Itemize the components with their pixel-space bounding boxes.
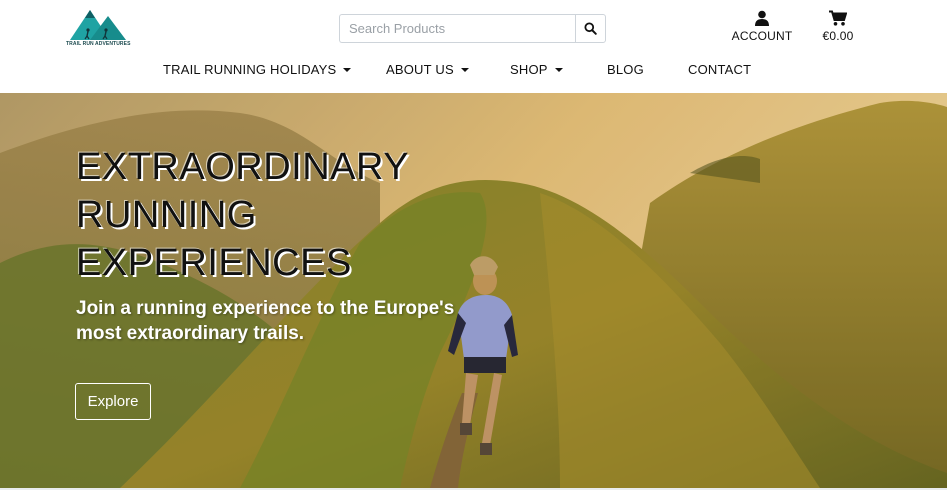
nav-label: CONTACT [688, 62, 752, 77]
caret-down-icon [554, 67, 563, 72]
cart-link[interactable]: €0.00 [818, 10, 858, 43]
nav-contact[interactable]: CONTACT [688, 62, 751, 77]
main-nav: TRAIL RUNNING HOLIDAYS ABOUT US SHOP BLO… [0, 62, 947, 82]
nav-blog[interactable]: BLOG [607, 62, 644, 77]
nav-label: TRAIL RUNNING HOLIDAYS [163, 62, 337, 77]
nav-shop[interactable]: SHOP [510, 62, 563, 77]
account-label: ACCOUNT [731, 29, 793, 43]
cart-total: €0.00 [822, 29, 854, 43]
account-link[interactable]: ACCOUNT [732, 10, 792, 43]
caret-down-icon [343, 67, 352, 72]
nav-label: BLOG [607, 62, 644, 77]
hero-title-line: EXPERIENCES [76, 242, 352, 284]
search-icon [584, 22, 597, 35]
search-button[interactable] [575, 14, 606, 43]
nav-about-us[interactable]: ABOUT US [386, 62, 469, 77]
user-icon [755, 10, 769, 26]
logo-text: TRAIL RUN ADVENTURES [66, 41, 131, 47]
shopping-cart-icon [829, 10, 847, 26]
hero-title-line: RUNNING [76, 194, 257, 236]
nav-label: ABOUT US [386, 62, 454, 77]
caret-down-icon [460, 67, 469, 72]
hero-subtitle-line: most extraordinary trails. [76, 323, 305, 344]
brand-logo[interactable]: TRAIL RUN ADVENTURES [66, 6, 130, 50]
mountains-logo-icon [70, 10, 126, 40]
search-bar [339, 14, 606, 43]
hero-title-line: EXTRAORDINARY [76, 146, 410, 188]
site-header: TRAIL RUN ADVENTURES ACCOUNT €0.00 TRAIL… [0, 0, 947, 93]
explore-button[interactable]: Explore [75, 383, 151, 420]
nav-trail-running-holidays[interactable]: TRAIL RUNNING HOLIDAYS [163, 62, 352, 77]
hero-title: EXTRAORDINARY RUNNING EXPERIENCES [76, 143, 496, 287]
nav-label: SHOP [510, 62, 548, 77]
hero-subtitle: Join a running experience to the Europe'… [76, 296, 496, 346]
hero-banner: EXTRAORDINARY RUNNING EXPERIENCES Join a… [0, 93, 947, 488]
hero-subtitle-line: Join a running experience to the Europe'… [76, 298, 455, 319]
search-input[interactable] [339, 14, 575, 43]
